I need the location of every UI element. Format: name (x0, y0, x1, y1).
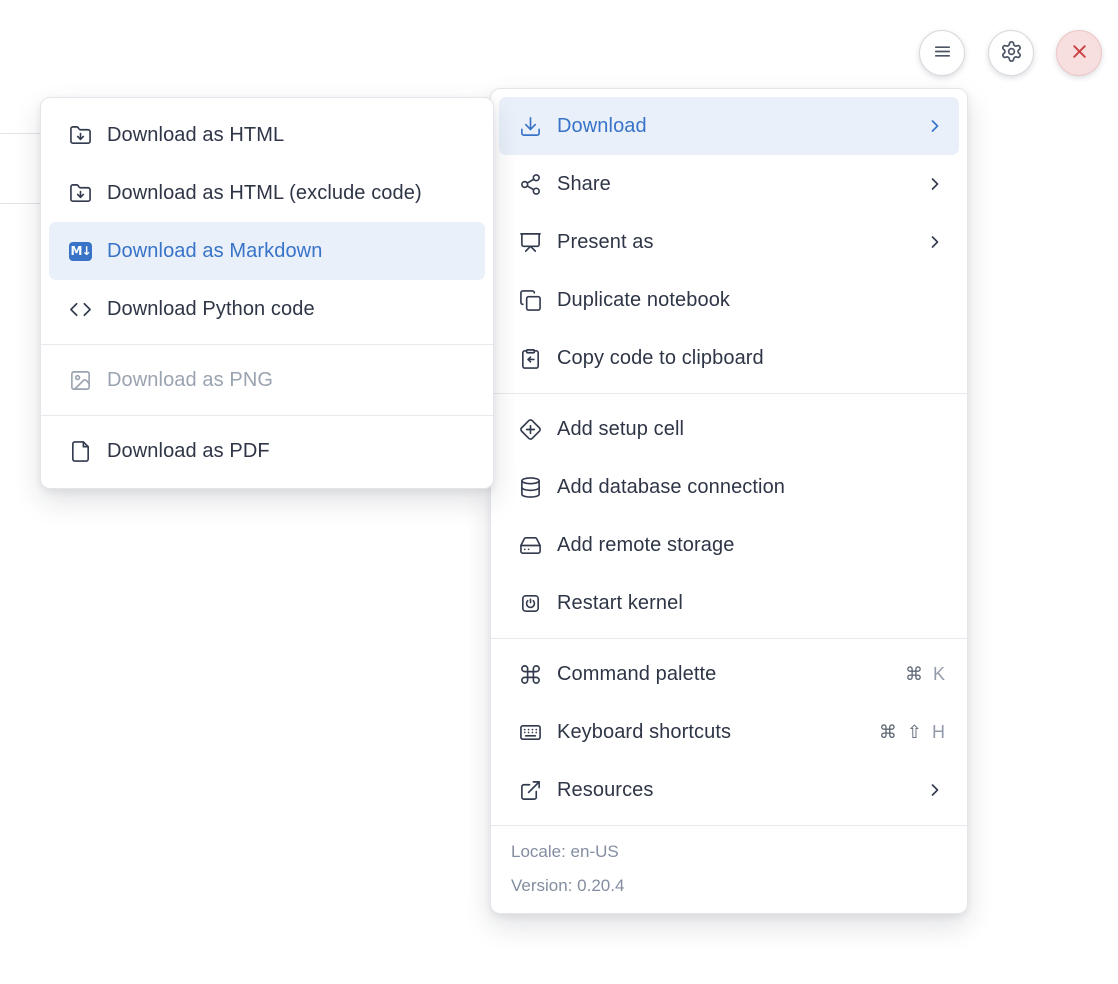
keyboard-icon (519, 721, 542, 744)
cell-border-line (0, 203, 41, 204)
menu-item-label: Copy code to clipboard (557, 347, 764, 370)
menu-footer: Locale: en-US Version: 0.20.4 (491, 825, 967, 905)
menu-item-label: Present as (557, 231, 654, 254)
menu-item-label: Share (557, 173, 611, 196)
code-icon (69, 298, 92, 321)
menu-item-restart-kernel[interactable]: Restart kernel (499, 574, 959, 632)
menu-item-download-python-code[interactable]: Download Python code (49, 280, 485, 338)
menu-item-share[interactable]: Share (499, 155, 959, 213)
menu-item-label: Restart kernel (557, 592, 683, 615)
menu-divider (491, 393, 967, 394)
menu-item-label: Keyboard shortcuts (557, 721, 731, 744)
cell-border-line (0, 133, 41, 134)
hard-drive-icon (519, 534, 542, 557)
folder-down-icon (69, 124, 92, 147)
menu-item-label: Download as Markdown (107, 240, 322, 263)
menu-item-present-as[interactable]: Present as (499, 213, 959, 271)
menu-item-download-as-pdf[interactable]: Download as PDF (49, 422, 485, 480)
markdown-badge-icon: M↓ (69, 240, 92, 263)
menu-item-add-setup-cell[interactable]: Add setup cell (499, 400, 959, 458)
close-icon (1068, 40, 1091, 66)
presentation-icon (519, 231, 542, 254)
menu-item-add-remote-storage[interactable]: Add remote storage (499, 516, 959, 574)
notebook-menu-button[interactable] (919, 30, 965, 76)
shortcut-key: ⌘ (879, 722, 897, 743)
chevron-right-icon (925, 780, 945, 800)
duplicate-icon (519, 289, 542, 312)
menu-item-label: Add remote storage (557, 534, 734, 557)
power-square-icon (519, 592, 542, 615)
menu-item-label: Add setup cell (557, 418, 684, 441)
shortcut-key: H (932, 722, 945, 743)
menu-item-keyboard-shortcuts[interactable]: Keyboard shortcuts ⌘ ⇧ H (499, 703, 959, 761)
menu-item-add-database-connection[interactable]: Add database connection (499, 458, 959, 516)
menu-item-label: Download (557, 115, 647, 138)
menu-divider (41, 415, 493, 416)
menu-item-label: Download Python code (107, 298, 315, 321)
hamburger-icon (931, 40, 954, 66)
command-icon (519, 663, 542, 686)
app-window: Download Share Present as Duplicate noteboo… (0, 0, 1118, 984)
menu-item-duplicate-notebook[interactable]: Duplicate notebook (499, 271, 959, 329)
file-icon (69, 440, 92, 463)
menu-item-label: Resources (557, 779, 654, 802)
menu-item-download-as-html-exclude-code[interactable]: Download as HTML (exclude code) (49, 164, 485, 222)
menu-item-command-palette[interactable]: Command palette⌘K (499, 645, 959, 703)
external-link-icon (519, 779, 542, 802)
menu-item-label: Duplicate notebook (557, 289, 730, 312)
menu-item-download[interactable]: Download (499, 97, 959, 155)
shortcut-hint: ⌘ ⇧ H (879, 722, 945, 743)
shortcut-key: ⌘ (905, 664, 923, 685)
shortcut-hint: ⌘K (905, 664, 945, 685)
download-icon (519, 115, 542, 138)
shortcut-key: ⇧ (907, 722, 922, 743)
menu-item-download-as-png: Download as PNG (49, 351, 485, 409)
menu-item-label: Download as HTML (107, 124, 284, 147)
folder-down-icon (69, 182, 92, 205)
menu-item-copy-code-to-clipboard[interactable]: Copy code to clipboard (499, 329, 959, 387)
menu-divider (491, 638, 967, 639)
settings-button[interactable] (988, 30, 1034, 76)
chevron-right-icon (925, 174, 945, 194)
chevron-right-icon (925, 116, 945, 136)
menu-item-download-as-html[interactable]: Download as HTML (49, 106, 485, 164)
menu-item-label: Add database connection (557, 476, 785, 499)
menu-divider (41, 344, 493, 345)
clipboard-copy-icon (519, 347, 542, 370)
menu-item-label: Download as HTML (exclude code) (107, 182, 422, 205)
shutdown-button[interactable] (1056, 30, 1102, 76)
menu-item-resources[interactable]: Resources (499, 761, 959, 819)
menu-item-label: Command palette (557, 663, 716, 686)
notebook-actions-menu: Download Share Present as Duplicate noteboo… (490, 88, 968, 914)
share-icon (519, 173, 542, 196)
version-label: Version: 0.20.4 (491, 869, 967, 903)
menu-item-label: Download as PDF (107, 440, 270, 463)
image-icon (69, 369, 92, 392)
download-submenu: Download as HTML Download as HTML (exclud… (40, 97, 494, 489)
gear-icon (1000, 40, 1023, 66)
diamond-plus-icon (519, 418, 542, 441)
locale-label: Locale: en-US (491, 835, 967, 869)
database-icon (519, 476, 542, 499)
chevron-right-icon (925, 232, 945, 252)
shortcut-key: K (933, 664, 945, 685)
menu-item-download-as-markdown[interactable]: M↓ Download as Markdown (49, 222, 485, 280)
menu-item-label: Download as PNG (107, 369, 273, 392)
